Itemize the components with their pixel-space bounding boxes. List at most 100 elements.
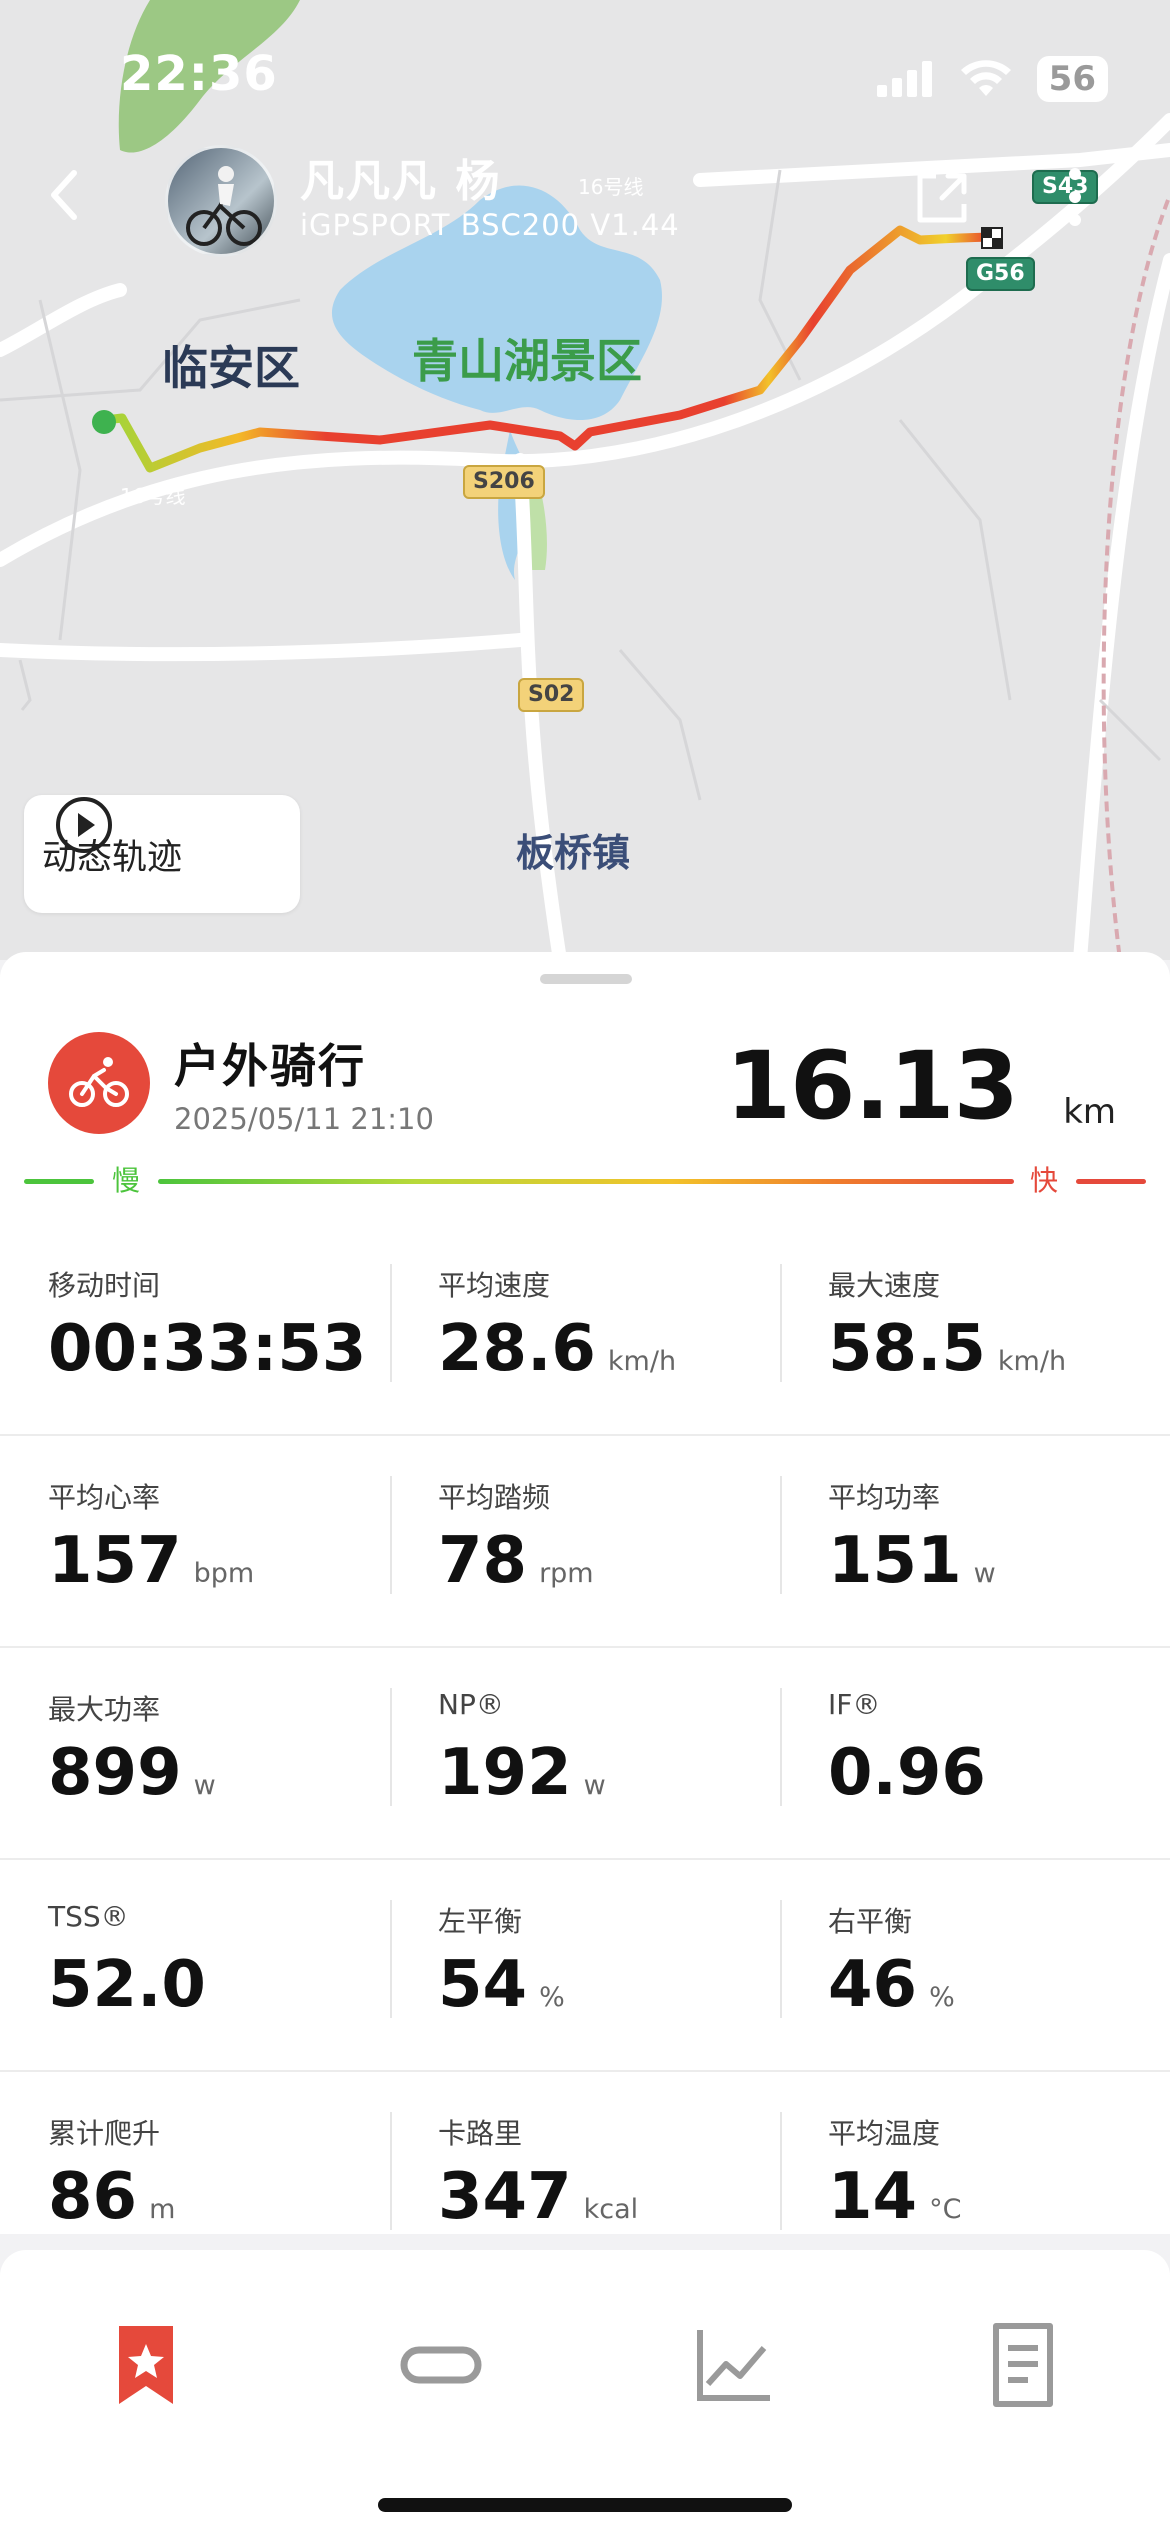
map-label-district: 临安区 bbox=[162, 341, 300, 395]
map-label-town: 板桥镇 bbox=[516, 831, 631, 875]
stat-value-group: 14 °C bbox=[828, 2160, 961, 2234]
map-road-label: 16号线 bbox=[578, 175, 644, 199]
bicycle-icon bbox=[69, 1057, 129, 1107]
stat-cell: 最大功率 899 w bbox=[0, 1648, 390, 1858]
stats-row: 移动时间 00:33:53 平均速度 28.6 km/h 最大速度 58.5 km/h bbox=[0, 1224, 1170, 1436]
speed-legend: 慢 快 bbox=[24, 1166, 1146, 1196]
stat-unit: w bbox=[583, 1770, 606, 1801]
stat-value-group: 899 w bbox=[48, 1736, 216, 1810]
stat-label: 右平衡 bbox=[828, 1905, 913, 1938]
stat-cell: 右平衡 46% bbox=[780, 1860, 1170, 2070]
stat-divider bbox=[390, 1476, 392, 1594]
stat-unit: w bbox=[973, 1558, 996, 1589]
stat-cell: 移动时间 00:33:53 bbox=[0, 1224, 390, 1434]
stat-value-group: 86 m bbox=[48, 2160, 175, 2234]
activity-datetime: 2025/05/11 21:10 bbox=[174, 1102, 434, 1136]
activity-type-title: 户外骑行 bbox=[174, 1039, 366, 1093]
stat-label: 最大功率 bbox=[48, 1693, 161, 1726]
stat-unit: kcal bbox=[583, 2194, 639, 2225]
stat-value: 28.6 bbox=[438, 1312, 596, 1386]
stat-value: 151 bbox=[828, 1524, 962, 1598]
stats-grid: 移动时间 00:33:53 平均速度 28.6 km/h 最大速度 58.5 km/h 平均心率… bbox=[0, 1224, 1170, 2282]
stat-value: 157 bbox=[48, 1524, 182, 1598]
sheet-drag-handle[interactable] bbox=[540, 974, 632, 984]
stat-unit: bpm bbox=[193, 1558, 255, 1589]
home-indicator[interactable] bbox=[378, 2498, 792, 2512]
stat-label: 累计爬升 bbox=[48, 2117, 161, 2150]
stat-unit: % bbox=[929, 1982, 955, 2013]
speed-fast-label: 快 bbox=[1030, 1164, 1059, 1197]
document-icon[interactable] bbox=[978, 2320, 1068, 2410]
wifi-icon bbox=[960, 60, 1011, 96]
stat-divider bbox=[390, 2112, 392, 2230]
activity-sheet: 户外骑行 2025/05/11 21:10 16.13 km 慢 快 移动时间 0… bbox=[0, 952, 1170, 2234]
stat-label: 平均温度 bbox=[828, 2117, 941, 2150]
stat-divider bbox=[780, 1476, 782, 1594]
stat-label: 平均功率 bbox=[828, 1481, 941, 1514]
stat-value: 899 bbox=[48, 1736, 182, 1810]
stat-value-group: 28.6 km/h bbox=[438, 1312, 676, 1386]
stat-label: 移动时间 bbox=[48, 1269, 161, 1302]
user-name: 凡凡凡 杨 bbox=[300, 156, 502, 207]
bookmark-star-icon[interactable] bbox=[101, 2320, 191, 2410]
distance-value: 16.13 bbox=[725, 1032, 1019, 1141]
stat-value-group: 347 kcal bbox=[438, 2160, 638, 2234]
stat-label: 左平衡 bbox=[438, 1905, 523, 1938]
more-vertical-icon[interactable] bbox=[1060, 162, 1090, 232]
avatar[interactable] bbox=[165, 145, 277, 257]
stat-value-group: 54% bbox=[438, 1948, 565, 2022]
speed-slow-label: 慢 bbox=[112, 1164, 141, 1197]
avatar-cyclist-icon bbox=[186, 166, 262, 246]
stats-row: 最大功率 899 w NP® 192 w IF® 0.96 bbox=[0, 1648, 1170, 1860]
road-badge-g56: G56 bbox=[966, 257, 1035, 291]
stat-unit: km/h bbox=[607, 1346, 677, 1377]
stat-value-group: 46% bbox=[828, 1948, 955, 2022]
stat-label: IF® bbox=[828, 1688, 881, 1721]
stat-value-group: 58.5 km/h bbox=[828, 1312, 1066, 1386]
stat-divider bbox=[780, 1688, 782, 1806]
stat-value: 78 bbox=[438, 1524, 528, 1598]
stat-cell: 平均功率 151 w bbox=[780, 1436, 1170, 1646]
stat-cell: 平均速度 28.6 km/h bbox=[390, 1224, 780, 1434]
stat-value-group: 0.96 bbox=[828, 1736, 986, 1810]
map-label-lake: 青山湖景区 bbox=[412, 334, 642, 388]
device-name: iGPSPORT BSC200 V1.44 bbox=[300, 208, 680, 242]
share-icon[interactable] bbox=[912, 168, 972, 228]
play-circle-icon bbox=[56, 797, 112, 853]
stat-value: 54 bbox=[438, 1948, 528, 2022]
stat-divider bbox=[780, 1900, 782, 2018]
stat-unit: °C bbox=[929, 2194, 962, 2225]
stat-value: 00:33:53 bbox=[48, 1312, 367, 1386]
stat-label: TSS® bbox=[48, 1900, 129, 1933]
stat-value: 0.96 bbox=[828, 1736, 986, 1810]
stat-value: 52.0 bbox=[48, 1948, 206, 2022]
bottom-tab-bar bbox=[0, 2250, 1170, 2532]
stat-value: 14 bbox=[828, 2160, 918, 2234]
stat-cell: IF® 0.96 bbox=[780, 1648, 1170, 1858]
stat-label: 平均速度 bbox=[438, 1269, 551, 1302]
stat-label: 最大速度 bbox=[828, 1269, 941, 1302]
stat-divider bbox=[390, 1264, 392, 1382]
stat-cell: 平均心率 157 bpm bbox=[0, 1436, 390, 1646]
stat-value-group: 192 w bbox=[438, 1736, 606, 1810]
stat-value-group: 52.0 bbox=[48, 1948, 206, 2022]
track-loop-icon[interactable] bbox=[396, 2320, 486, 2410]
stat-unit: rpm bbox=[539, 1558, 594, 1589]
stat-unit: km/h bbox=[997, 1346, 1067, 1377]
stat-label: NP® bbox=[438, 1688, 504, 1721]
replay-track-button[interactable]: 动态轨迹 bbox=[24, 795, 300, 913]
line-chart-icon[interactable] bbox=[688, 2320, 778, 2410]
stat-label: 平均踏频 bbox=[438, 1481, 551, 1514]
stat-unit: % bbox=[539, 1982, 565, 2013]
stat-value-group: 151 w bbox=[828, 1524, 996, 1598]
stat-value-group: 78 rpm bbox=[438, 1524, 594, 1598]
distance-unit: km bbox=[1063, 1092, 1116, 1132]
activity-type-icon bbox=[48, 1032, 150, 1134]
stat-divider bbox=[780, 1264, 782, 1382]
stat-divider bbox=[780, 2112, 782, 2230]
back-arrow-icon[interactable] bbox=[44, 165, 84, 225]
stat-value: 86 bbox=[48, 2160, 138, 2234]
status-bar: 22:36 56 bbox=[0, 0, 1170, 150]
stat-divider bbox=[390, 1900, 392, 2018]
stat-cell: 平均踏频 78 rpm bbox=[390, 1436, 780, 1646]
